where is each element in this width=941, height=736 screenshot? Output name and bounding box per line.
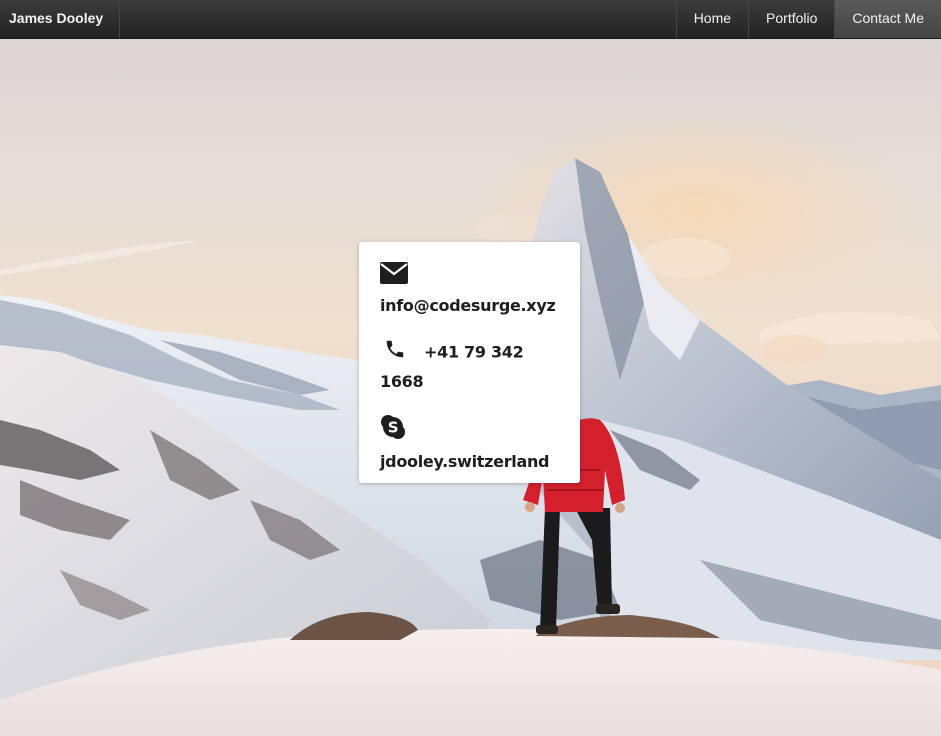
nav-item-portfolio[interactable]: Portfolio	[748, 0, 834, 38]
skype-contact: S jdooley.switzerland	[380, 414, 570, 475]
skype-icon: S	[380, 414, 406, 448]
email-link[interactable]: info@codesurge.xyz	[380, 296, 556, 315]
svg-text:S: S	[388, 419, 399, 437]
email-contact: info@codesurge.xyz	[380, 262, 570, 326]
nav-item-home[interactable]: Home	[675, 0, 748, 38]
phone-icon	[384, 338, 406, 368]
nav-menu: Home Portfolio Contact Me	[675, 0, 941, 38]
contact-card: info@codesurge.xyz +41 79 342 1668 S jdo…	[359, 242, 580, 483]
top-navbar: James Dooley Home Portfolio Contact Me	[0, 0, 941, 39]
page: James Dooley Home Portfolio Contact Me i…	[0, 0, 941, 736]
skype-link[interactable]: jdooley.switzerland	[380, 452, 550, 471]
brand-link[interactable]: James Dooley	[0, 0, 120, 38]
phone-contact: +41 79 342 1668	[380, 338, 570, 402]
nav-item-contact-me[interactable]: Contact Me	[834, 0, 941, 38]
envelope-icon	[380, 262, 408, 292]
